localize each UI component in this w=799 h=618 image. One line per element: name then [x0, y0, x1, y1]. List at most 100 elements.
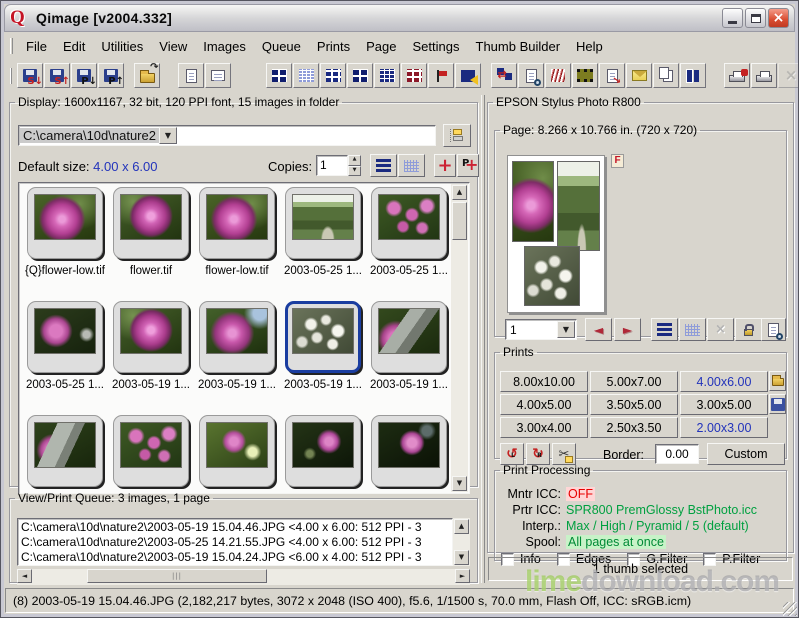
menu-images[interactable]: Images	[195, 36, 254, 57]
page-grid-view-button[interactable]	[679, 318, 706, 341]
scrollbar-thumb[interactable]	[452, 202, 467, 240]
queue-row[interactable]: C:\camera\10d\nature2\2003-05-19 15.04.4…	[21, 520, 452, 535]
scroll-up-icon[interactable]: ▲	[452, 185, 467, 200]
queue-list[interactable]: C:\camera\10d\nature2\2003-05-19 15.04.4…	[17, 518, 453, 566]
thumbnail-item[interactable]: 2003-05-25 1...	[280, 187, 366, 301]
folder-tree-button[interactable]	[443, 124, 471, 147]
queue-row[interactable]: C:\camera\10d\nature2\2003-05-19 15.04.2…	[21, 550, 452, 565]
page-list-view-button[interactable]	[651, 318, 678, 341]
save-queue-p-button[interactable]	[71, 63, 97, 88]
thumbnail-item[interactable]: 2003-05-19 1...	[194, 301, 280, 415]
load-sizes-button[interactable]	[769, 371, 786, 391]
filmstrip-button[interactable]	[572, 63, 598, 88]
load-queue-s-button[interactable]	[44, 63, 70, 88]
queue-scroll-down-icon[interactable]: ▼	[454, 550, 469, 565]
list-view-button[interactable]	[370, 154, 397, 177]
scroll-down-icon[interactable]: ▼	[452, 476, 467, 491]
crop-button[interactable]: ✂	[552, 443, 576, 465]
thumbnail-item[interactable]	[280, 415, 366, 491]
menu-file[interactable]: File	[18, 36, 55, 57]
queue-hscroll-thumb[interactable]: |||	[87, 569, 267, 583]
print-size-2.5x3.5-button[interactable]: 2.50x3.50	[590, 417, 678, 438]
print-size-3.5x5-button[interactable]: 3.50x5.00	[590, 394, 678, 415]
rotate-right-button[interactable]: ↻	[526, 443, 550, 465]
zoom-preview-button[interactable]	[518, 63, 544, 88]
page-number-combo[interactable]: 1 ▼	[505, 319, 577, 340]
thumb-size-medium-button[interactable]	[320, 63, 346, 88]
copies-up-icon[interactable]: ▲	[348, 155, 361, 166]
thumb-size-small-button[interactable]	[293, 63, 319, 88]
thumbnail-item[interactable]	[22, 415, 108, 491]
flag-marker-button[interactable]	[428, 63, 454, 88]
preview-photo-2[interactable]	[557, 161, 600, 251]
select-page-button[interactable]	[455, 63, 481, 88]
filter-effects-button[interactable]	[545, 63, 571, 88]
print-size-3x5-button[interactable]: 3.00x5.00	[680, 394, 768, 415]
print-size-4x6-button[interactable]: 4.00x6.00	[680, 371, 768, 392]
thumb-size-tiny-button[interactable]	[266, 63, 292, 88]
page-preview[interactable]	[507, 155, 605, 313]
copy-pages-button[interactable]	[653, 63, 679, 88]
copies-input[interactable]: 1	[316, 155, 348, 176]
add-print-page-button[interactable]	[457, 154, 479, 177]
thumbnail-item[interactable]: 2003-05-19 1...	[108, 301, 194, 415]
print-size-2x3-button[interactable]: 2.00x3.00	[680, 417, 768, 438]
maximize-button[interactable]	[745, 8, 766, 28]
refresh-thumbs-button[interactable]	[491, 63, 517, 88]
menu-edit[interactable]: Edit	[55, 36, 93, 57]
prev-page-button[interactable]: ◄	[585, 318, 612, 341]
thumb-size-large-button[interactable]	[347, 63, 373, 88]
queue-scroll-up-icon[interactable]: ▲	[454, 519, 469, 534]
copies-down-icon[interactable]: ▼	[348, 166, 361, 177]
folder-path-dropdown-icon[interactable]: ▼	[159, 127, 177, 144]
close-button[interactable]: ×	[768, 8, 789, 28]
menu-utilities[interactable]: Utilities	[93, 36, 151, 57]
thumbnail-item[interactable]: 2003-05-25 1...	[22, 301, 108, 415]
menubar-grip[interactable]	[10, 38, 13, 54]
save-queue-s-button[interactable]	[17, 63, 43, 88]
menu-help[interactable]: Help	[568, 36, 611, 57]
menu-queue[interactable]: Queue	[254, 36, 309, 57]
page-portrait-button[interactable]	[178, 63, 204, 88]
queue-vscrollbar[interactable]: ▲ ▼	[453, 518, 470, 566]
print-size-8x10-button[interactable]: 8.00x10.00	[500, 371, 588, 392]
thumbnail-item[interactable]	[108, 415, 194, 491]
menu-view[interactable]: View	[151, 36, 195, 57]
thumbnail-item[interactable]: 2003-05-25 1...	[366, 187, 452, 301]
open-folder-button[interactable]	[134, 63, 160, 88]
folder-path-combo[interactable]: C:\camera\10d\nature2 ▼	[18, 125, 436, 146]
resize-grip[interactable]	[783, 602, 797, 616]
panel-splitter[interactable]	[481, 95, 485, 583]
queue-row[interactable]: C:\camera\10d\nature2\2003-05-25 14.21.5…	[21, 535, 452, 550]
menu-prints[interactable]: Prints	[309, 36, 358, 57]
print-size-3x4-button[interactable]: 3.00x4.00	[500, 417, 588, 438]
next-page-button[interactable]: ►	[614, 318, 641, 341]
print-size-4x5-button[interactable]: 4.00x5.00	[500, 394, 588, 415]
zoom-page-button[interactable]	[761, 318, 786, 341]
add-print-button[interactable]: +	[434, 154, 456, 177]
page-landscape-button[interactable]	[205, 63, 231, 88]
border-input[interactable]: 0.00	[655, 444, 699, 464]
compare-columns-button[interactable]	[680, 63, 706, 88]
load-queue-p-button[interactable]	[98, 63, 124, 88]
preview-photo-3[interactable]	[524, 246, 580, 305]
menu-thumb-builder[interactable]: Thumb Builder	[468, 36, 569, 57]
thumbnail-item[interactable]: 2003-05-19 1...	[366, 301, 452, 415]
thumbnail-item[interactable]: {Q}flower-low.tif	[22, 187, 108, 301]
grid-view-button[interactable]	[398, 154, 425, 177]
print-button[interactable]	[751, 63, 777, 88]
custom-size-button[interactable]: Custom	[707, 443, 785, 465]
send-to-page-button[interactable]: →	[599, 63, 625, 88]
lock-layout-button[interactable]	[735, 318, 762, 341]
thumbnail-item-selected[interactable]: 2003-05-19 1...	[280, 301, 366, 415]
thumbnail-scrollbar[interactable]: ▲ ▼	[451, 184, 468, 492]
page-number-dropdown-icon[interactable]: ▼	[557, 321, 575, 338]
minimize-button[interactable]	[722, 8, 743, 28]
queue-scroll-right-icon[interactable]: ►	[455, 569, 470, 583]
thumb-grid-button[interactable]	[374, 63, 400, 88]
preview-photo-1[interactable]	[512, 161, 554, 242]
menu-settings[interactable]: Settings	[405, 36, 468, 57]
title-bar[interactable]: Q Qimage [v2004.332] ×	[4, 4, 795, 32]
printer-setup-button[interactable]	[724, 63, 750, 88]
thumbnail-item[interactable]	[194, 415, 280, 491]
